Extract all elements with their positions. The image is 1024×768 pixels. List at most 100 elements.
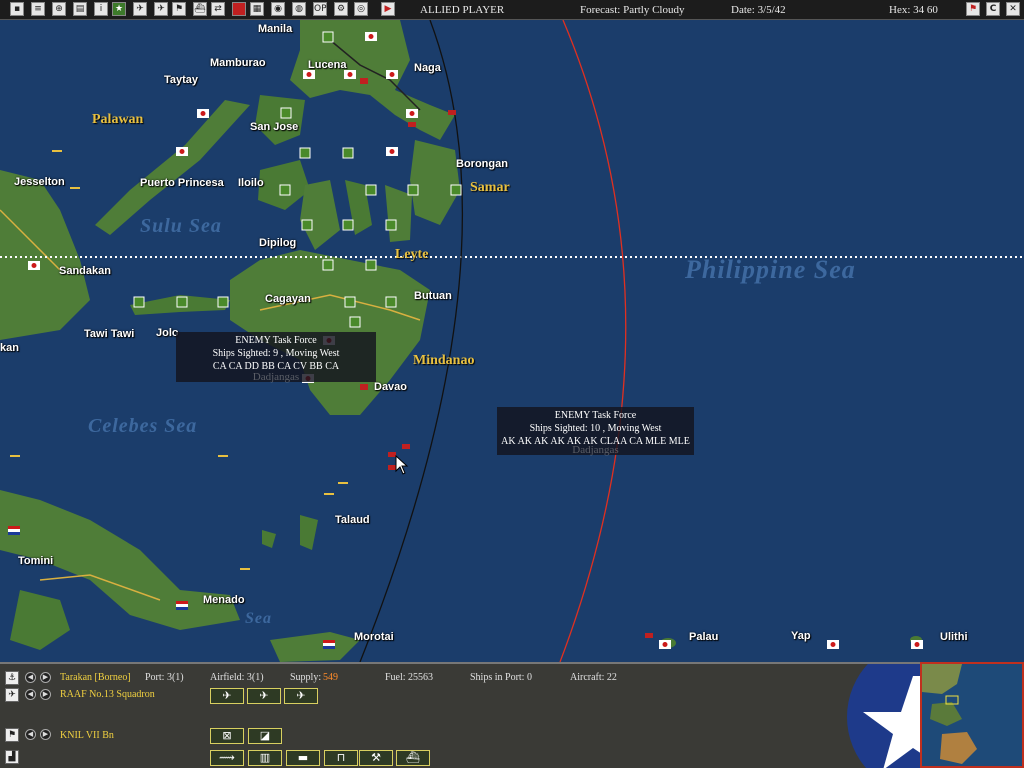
enemy-ship-icon[interactable] [448, 110, 456, 115]
city-label[interactable]: Morotai [354, 631, 394, 643]
city-label[interactable]: Naga [414, 62, 441, 74]
city-label[interactable]: Yap [791, 630, 811, 642]
dutch-flag-marker[interactable] [8, 526, 20, 535]
allied-base-marker[interactable] [407, 184, 419, 196]
city-label[interactable]: Cagayan [265, 293, 311, 305]
industry-icon[interactable]: ⚒ [359, 750, 393, 766]
allied-base-marker[interactable] [217, 296, 229, 308]
city-label[interactable]: Ulithi [940, 631, 968, 643]
allied-base-marker[interactable] [280, 107, 292, 119]
infantry-icon[interactable]: ⊠ [210, 728, 244, 744]
allied-base-marker[interactable] [365, 184, 377, 196]
enemy-ship-icon[interactable] [408, 122, 416, 127]
allied-base-marker[interactable] [450, 184, 462, 196]
allied-base-marker[interactable] [385, 296, 397, 308]
allied-base-marker[interactable] [385, 219, 397, 231]
enemy-task-force-popup[interactable]: ENEMY Task Force Ships Sighted: 9 , Movi… [176, 332, 376, 383]
enemy-ship-icon[interactable] [645, 633, 653, 638]
globe-icon[interactable]: ◍ [292, 2, 306, 16]
city-label[interactable]: Palau [689, 631, 718, 643]
fighter-icon[interactable]: ✈ [247, 688, 281, 704]
city-label[interactable]: Sandakan [59, 265, 111, 277]
allied-base-marker[interactable] [176, 296, 188, 308]
fort-icon[interactable]: ⊓ [324, 750, 358, 766]
allied-base-marker[interactable] [301, 219, 313, 231]
info-icon[interactable]: i [94, 2, 108, 16]
air-icon[interactable]: ✈ [133, 2, 147, 16]
depot-icon[interactable]: ▬ [286, 750, 320, 766]
allied-base-marker[interactable] [322, 31, 334, 43]
factory-button-icon[interactable]: ▥ [248, 750, 282, 766]
enemy-ship-icon[interactable] [360, 78, 368, 84]
split-icon[interactable]: ⇄ [211, 2, 225, 16]
allied-base-marker[interactable] [322, 259, 334, 271]
options-icon[interactable]: ⊕ [52, 2, 66, 16]
enemy-task-force-popup[interactable]: ENEMY Task Force Ships Sighted: 10 , Mov… [497, 407, 694, 456]
friendly-ship-icon[interactable] [338, 482, 348, 484]
enemy-ship-icon[interactable] [402, 444, 410, 449]
city-label[interactable]: Davao [374, 381, 407, 393]
minimap[interactable] [920, 662, 1024, 768]
plane-icon[interactable]: ✈ [154, 2, 168, 16]
star-icon[interactable]: ★ [112, 2, 126, 16]
aircraft-icon[interactable]: ⟿ [210, 750, 244, 766]
colors-icon[interactable]: ▦ [250, 2, 264, 16]
city-label[interactable]: Iloilo [238, 177, 264, 189]
enemy-ship-icon[interactable] [360, 384, 368, 390]
c-button[interactable]: C [986, 2, 1000, 16]
allied-base-marker[interactable] [344, 296, 356, 308]
dutch-flag-marker[interactable] [176, 601, 188, 610]
friendly-ship-icon[interactable] [10, 455, 20, 457]
settings-icon[interactable]: ⚙ [334, 2, 348, 16]
flag-icon[interactable]: ⚑ [172, 2, 186, 16]
allied-base-marker[interactable] [349, 316, 361, 328]
prev-squadron-button[interactable]: ◀ [25, 689, 36, 700]
op-icon[interactable]: OP [313, 2, 327, 16]
allied-base-marker[interactable] [133, 296, 145, 308]
next-base-button[interactable]: ▶ [40, 672, 51, 683]
city-label[interactable]: Dipilog [259, 237, 296, 249]
next-squadron-button[interactable]: ▶ [40, 689, 51, 700]
shipyard-icon[interactable]: ⛴ [396, 750, 430, 766]
city-label[interactable]: Mamburao [210, 57, 266, 69]
squadron-name[interactable]: RAAF No.13 Squadron [60, 689, 155, 700]
city-label[interactable]: Talaud [335, 514, 370, 526]
city-label[interactable]: Taytay [164, 74, 198, 86]
prev-unit-button[interactable]: ◀ [25, 729, 36, 740]
flag-button-icon[interactable]: ⚑ [966, 2, 980, 16]
bomber-icon[interactable]: ✈ [210, 688, 244, 704]
unit-name[interactable]: KNIL VII Bn [60, 730, 114, 741]
dutch-flag-marker[interactable] [323, 640, 335, 649]
allied-base-marker[interactable] [342, 219, 354, 231]
city-label[interactable]: kan [0, 342, 19, 354]
strategic-map[interactable]: Sulu Sea Philippine Sea Celebes Sea Sea … [0, 20, 1024, 662]
next-unit-button[interactable]: ▶ [40, 729, 51, 740]
city-label[interactable]: Menado [203, 594, 245, 606]
x-close-icon[interactable]: ✕ [1006, 2, 1020, 16]
friendly-ship-icon[interactable] [70, 187, 80, 189]
allied-base-marker[interactable] [299, 147, 311, 159]
list-icon[interactable]: ▤ [73, 2, 87, 16]
friendly-ship-icon[interactable] [240, 568, 250, 570]
allied-base-marker[interactable] [279, 184, 291, 196]
hq-icon[interactable]: ◪ [248, 728, 282, 744]
friendly-ship-icon[interactable] [324, 493, 334, 495]
city-label[interactable]: Butuan [414, 290, 452, 302]
transport-icon[interactable]: ✈ [284, 688, 318, 704]
city-label[interactable]: Borongan [456, 158, 508, 170]
target-icon[interactable] [232, 2, 246, 16]
layers-icon[interactable]: ◎ [354, 2, 368, 16]
friendly-ship-icon[interactable] [218, 455, 228, 457]
city-label[interactable]: San Jose [250, 121, 298, 133]
ship-icon[interactable]: ⛴ [193, 2, 207, 16]
allied-base-marker[interactable] [365, 259, 377, 271]
friendly-ship-icon[interactable] [52, 150, 62, 152]
prev-base-button[interactable]: ◀ [25, 672, 36, 683]
allied-base-marker[interactable] [342, 147, 354, 159]
bases-icon[interactable]: ◉ [271, 2, 285, 16]
city-label[interactable]: Lucena [308, 59, 347, 71]
city-label[interactable]: Manila [258, 23, 292, 35]
base-name[interactable]: Tarakan [Borneo] [60, 672, 131, 683]
save-icon[interactable]: ▪ [10, 2, 24, 16]
city-label[interactable]: Puerto Princesa [140, 177, 224, 189]
